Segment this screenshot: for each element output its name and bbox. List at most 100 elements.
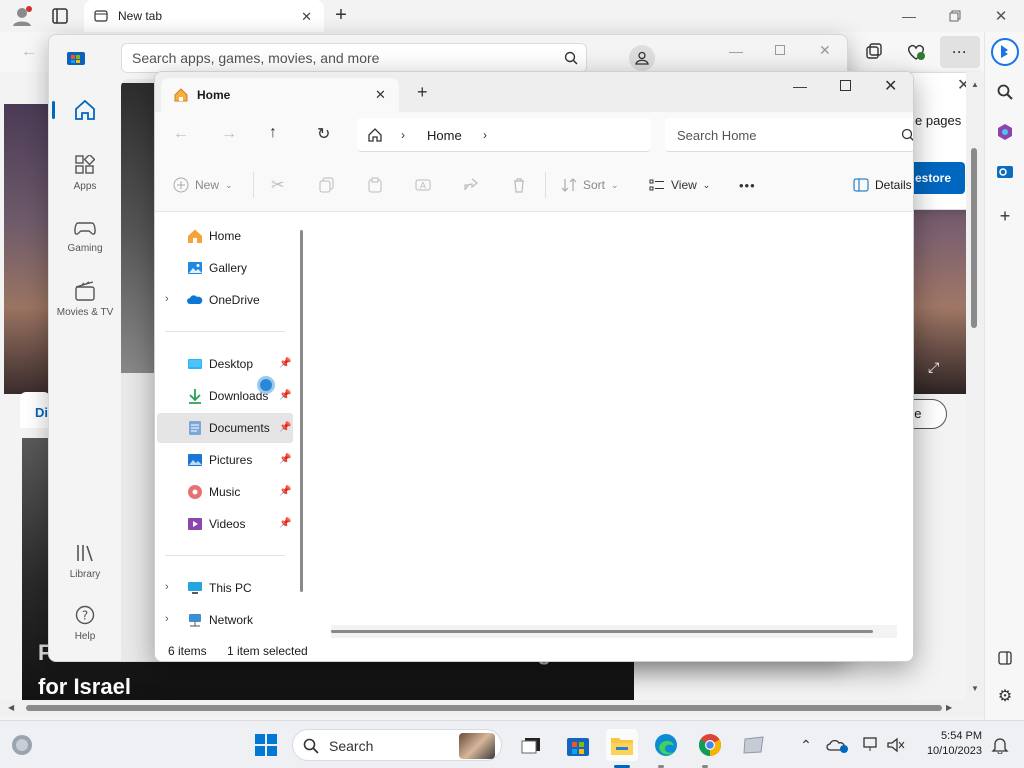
nav-item-desktop[interactable]: Desktop 📌: [155, 349, 295, 379]
sidebar-toggle-icon[interactable]: [993, 646, 1017, 670]
nav-item-home[interactable]: Home: [155, 221, 295, 251]
close-window-icon[interactable]: ✕: [990, 6, 1012, 26]
breadcrumb-expand-icon[interactable]: ›: [483, 128, 487, 142]
chevron-right-icon[interactable]: ›: [165, 613, 169, 625]
notifications-icon[interactable]: [984, 729, 1016, 761]
scroll-up-icon[interactable]: ▲: [971, 80, 979, 89]
nav-item-gallery[interactable]: Gallery: [155, 253, 295, 283]
chevron-right-icon[interactable]: ›: [165, 293, 169, 305]
file-explorer-icon[interactable]: [606, 729, 638, 761]
up-icon[interactable]: ↑: [269, 124, 277, 142]
cut-button[interactable]: ✂: [271, 158, 284, 212]
new-tab-button[interactable]: +: [330, 4, 352, 26]
store-nav-apps[interactable]: Apps: [49, 155, 121, 205]
search-input[interactable]: Search Home: [665, 118, 913, 152]
search-icon[interactable]: [901, 128, 913, 142]
nav-item-this-pc[interactable]: › This PC: [155, 573, 295, 603]
copilot-icon[interactable]: [993, 120, 1017, 144]
vertical-scroll-thumb[interactable]: [971, 148, 977, 328]
paste-button[interactable]: [367, 158, 383, 212]
edge-horizontal-scrollbar[interactable]: ◀ ▶: [0, 700, 984, 716]
chrome-icon[interactable]: [694, 729, 726, 761]
nav-pane-scrollbar[interactable]: [300, 230, 303, 592]
new-button[interactable]: New ⌄: [173, 158, 233, 212]
store-close-icon[interactable]: ✕: [819, 42, 831, 59]
nav-item-videos[interactable]: Videos 📌: [155, 509, 295, 539]
store-nav-movies[interactable]: Movies & TV: [49, 281, 121, 331]
store-nav-gaming[interactable]: Gaming: [49, 219, 121, 269]
new-tab-button[interactable]: +: [417, 82, 428, 103]
edge-icon[interactable]: [650, 729, 682, 761]
scroll-down-icon[interactable]: ▼: [971, 684, 979, 693]
restore-button[interactable]: estore: [905, 162, 965, 194]
breadcrumb[interactable]: Home: [427, 128, 462, 143]
widgets-icon[interactable]: [6, 729, 38, 761]
sort-button[interactable]: Sort ⌄: [561, 158, 619, 212]
chevron-right-icon[interactable]: ›: [165, 581, 169, 593]
chevron-up-icon[interactable]: ⌃: [790, 729, 822, 761]
plus-icon[interactable]: +: [993, 204, 1017, 228]
collections-icon[interactable]: [862, 40, 886, 64]
tab-home[interactable]: Home ✕: [161, 78, 399, 112]
details-pane-button[interactable]: Details: [853, 158, 912, 212]
unknown-app-icon[interactable]: [738, 729, 770, 761]
account-avatar-icon[interactable]: [629, 45, 655, 71]
store-chip[interactable]: Di: [20, 392, 50, 428]
content-scroll-thumb[interactable]: [331, 630, 873, 633]
outlook-icon[interactable]: [993, 160, 1017, 184]
store-search-input[interactable]: Search apps, games, movies, and more: [121, 43, 587, 73]
content-horizontal-scrollbar[interactable]: [331, 625, 897, 639]
search-icon[interactable]: [993, 80, 1017, 104]
start-icon[interactable]: [250, 729, 282, 761]
address-bar[interactable]: › Home ›: [357, 118, 651, 152]
store-minimize-icon[interactable]: —: [729, 43, 743, 59]
pin-icon[interactable]: 📌: [279, 390, 291, 401]
expand-icon[interactable]: ⤢: [928, 359, 939, 376]
settings-icon[interactable]: ⚙: [993, 684, 1017, 708]
rename-button[interactable]: A: [415, 158, 431, 212]
nav-item-onedrive[interactable]: › OneDrive: [155, 285, 295, 315]
store-nav-home[interactable]: [49, 91, 121, 131]
share-button[interactable]: [463, 158, 479, 212]
view-button[interactable]: View ⌄: [649, 158, 710, 212]
more-options-icon[interactable]: ···: [940, 36, 980, 68]
nav-item-documents[interactable]: Documents 📌: [157, 413, 293, 443]
store-maximize-icon[interactable]: [775, 45, 785, 55]
minimize-icon[interactable]: —: [898, 6, 920, 26]
restore-icon[interactable]: [944, 6, 966, 26]
back-icon[interactable]: ←: [173, 125, 189, 143]
bing-icon[interactable]: [989, 36, 1021, 68]
search-icon[interactable]: [564, 44, 578, 72]
volume-icon[interactable]: [880, 729, 912, 761]
pin-icon[interactable]: 📌: [279, 422, 291, 433]
close-tab-icon[interactable]: ✕: [301, 9, 312, 25]
copy-button[interactable]: [319, 158, 335, 212]
copilot-performance-icon[interactable]: [904, 40, 928, 64]
pin-icon[interactable]: 📌: [279, 486, 291, 497]
nav-item-music[interactable]: Music 📌: [155, 477, 295, 507]
task-view-icon[interactable]: [516, 729, 548, 761]
store-nav-help[interactable]: ? Help: [49, 605, 121, 655]
store-icon[interactable]: [562, 729, 594, 761]
taskbar-search[interactable]: Search: [292, 729, 502, 761]
scroll-left-icon[interactable]: ◀: [8, 703, 14, 712]
edge-vertical-scrollbar[interactable]: ▲ ▼: [966, 72, 984, 700]
tab-actions-icon[interactable]: [50, 6, 70, 26]
pin-icon[interactable]: 📌: [279, 454, 291, 465]
pin-icon[interactable]: 📌: [279, 358, 291, 369]
clock[interactable]: 5:54 PM 10/10/2023: [916, 729, 982, 759]
nav-item-pictures[interactable]: Pictures 📌: [155, 445, 295, 475]
pin-icon[interactable]: 📌: [279, 518, 291, 529]
explorer-content-area[interactable]: [311, 213, 913, 639]
explorer-maximize-icon[interactable]: [840, 80, 851, 91]
close-tab-icon[interactable]: ✕: [375, 87, 386, 103]
onedrive-status-icon[interactable]: [822, 729, 854, 761]
more-options-button[interactable]: •••: [739, 158, 756, 212]
profile-avatar-icon[interactable]: [10, 5, 34, 27]
forward-icon[interactable]: →: [221, 125, 237, 143]
store-nav-library[interactable]: Library: [49, 543, 121, 593]
nav-item-network[interactable]: › Network: [155, 605, 295, 635]
scroll-right-icon[interactable]: ▶: [946, 703, 952, 712]
tab-new-tab[interactable]: New tab ✕: [84, 0, 324, 32]
back-icon[interactable]: ←: [18, 41, 40, 63]
